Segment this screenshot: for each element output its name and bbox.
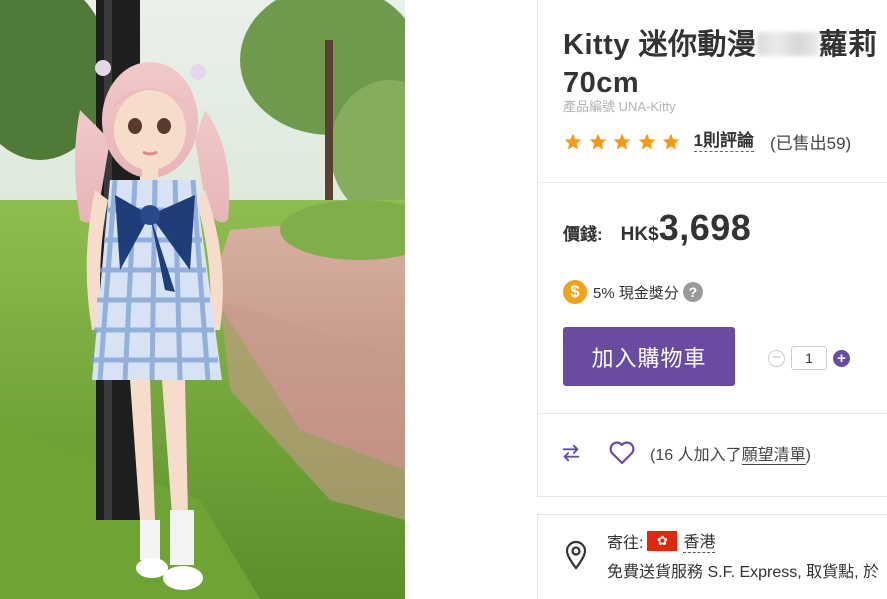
- sold-count: (已售出59): [769, 134, 852, 153]
- ship-region-selector[interactable]: 香港: [683, 528, 716, 553]
- location-pin-icon: [565, 540, 587, 570]
- review-link[interactable]: 1則評論: [693, 131, 754, 152]
- star-icon: [662, 133, 680, 149]
- product-info-panel: Kitty 迷你動漫 蘿莉 70cm 產品編號 UNA-Kitty 1則評論 (已…: [537, 0, 887, 497]
- help-icon[interactable]: ?: [682, 282, 703, 302]
- shipping-info-box: 寄往: ✿ 香港 免費送貨服務 S.F. Express, 取貨點, 於: [537, 514, 887, 599]
- star-icon: [638, 133, 655, 149]
- star-icon: [589, 133, 606, 149]
- shipping-service-text: 免費送貨服務 S.F. Express, 取貨點, 於: [607, 564, 880, 581]
- quantity-decrease-button[interactable]: −: [768, 349, 785, 367]
- quantity-input[interactable]: [791, 346, 827, 370]
- action-row: (16 人加入了願望清單): [560, 440, 811, 466]
- product-sku: 產品編號 UNA-Kitty: [563, 99, 676, 114]
- product-title: Kitty 迷你動漫 蘿莉 70cm: [563, 26, 887, 102]
- wishlist-text: (16 人加入了願望清單): [650, 441, 811, 465]
- star-icon: [564, 133, 582, 149]
- product-image[interactable]: [0, 0, 405, 599]
- price-row: 價錢: HK$ 3,698: [563, 207, 751, 249]
- product-title-prefix: Kitty 迷你動漫: [563, 29, 757, 61]
- rating-row: 1則評論 (已售出59): [563, 129, 851, 154]
- reward-text: 5% 現金獎分: [593, 284, 679, 302]
- divider: [538, 182, 887, 183]
- price-amount: 3,698: [658, 207, 752, 248]
- add-to-cart-button[interactable]: 加入購物車: [563, 327, 735, 386]
- heart-icon[interactable]: [608, 440, 636, 466]
- ship-to-row: 寄往: ✿ 香港: [607, 528, 716, 553]
- wishlist-suffix: ): [805, 447, 811, 464]
- hk-flag-icon: ✿: [647, 530, 678, 551]
- coin-icon: $: [563, 280, 587, 304]
- blurred-text: [756, 32, 819, 56]
- price-currency: HK$: [620, 224, 659, 245]
- quantity-stepper: − +: [768, 346, 850, 370]
- ship-to-label: 寄往:: [607, 534, 644, 552]
- cash-reward-row: $ 5% 現金獎分 ?: [563, 280, 703, 304]
- price-label: 價錢:: [563, 225, 603, 244]
- compare-icon[interactable]: [560, 442, 582, 464]
- quantity-increase-button[interactable]: +: [833, 349, 850, 367]
- star-icon: [613, 133, 631, 149]
- wishlist-prefix: (16 人加入了: [650, 447, 742, 464]
- divider: [538, 413, 887, 414]
- wishlist-link[interactable]: 願望清單: [741, 447, 806, 465]
